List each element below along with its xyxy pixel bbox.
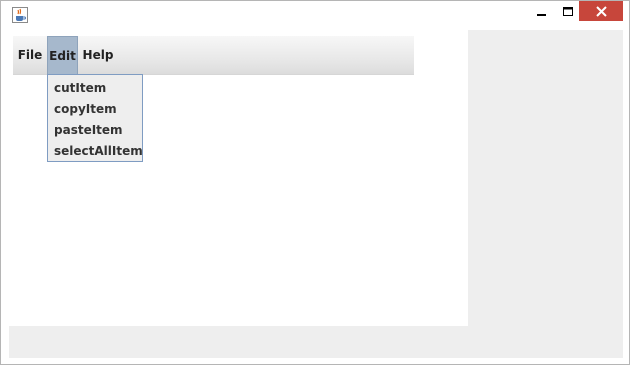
menu-bar: File Edit Help [13,36,414,75]
menu-item-paste[interactable]: pasteItem [48,120,142,141]
title-bar[interactable] [1,1,629,29]
application-window: File Edit Help cutItem copyItem pasteIte… [0,0,630,365]
java-coffee-cup-icon [12,7,28,23]
close-icon [595,2,607,21]
menu-item-select-all[interactable]: selectAllItem [48,141,143,162]
minimize-button[interactable] [530,1,554,21]
menu-item-copy[interactable]: copyItem [48,99,142,120]
menu-help[interactable]: Help [80,36,116,75]
maximize-icon [562,2,574,21]
close-button[interactable] [579,1,623,21]
menu-item-cut[interactable]: cutItem [48,78,142,99]
minimize-icon [537,2,547,21]
menu-edit[interactable]: Edit [47,36,78,75]
menu-file[interactable]: File [13,36,47,75]
edit-menu-popup: cutItem copyItem pasteItem selectAllItem [47,74,143,162]
maximize-button[interactable] [556,1,580,21]
